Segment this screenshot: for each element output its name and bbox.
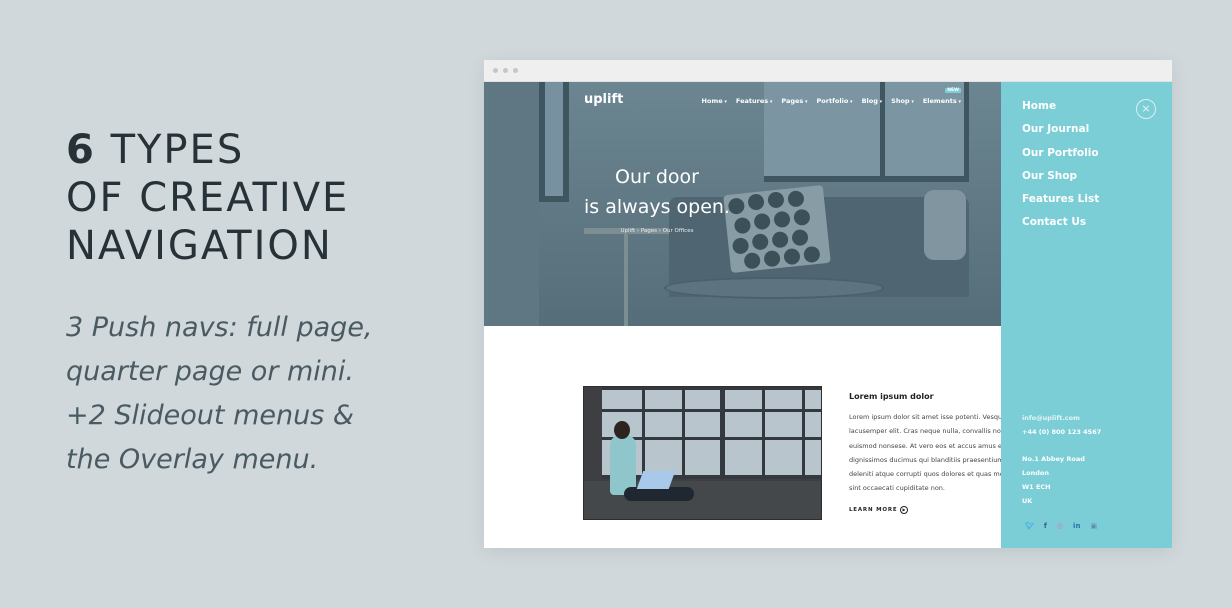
nav-portfolio[interactable]: Portfolio [817,97,853,105]
image-person [610,435,636,495]
headline-line3: NAVIGATION [66,223,333,269]
promo-headline: 6 TYPES OF CREATIVE NAVIGATION [66,126,349,270]
play-circle-icon: ▶ [900,505,909,514]
description-line: quarter page or mini. [66,356,354,387]
site-logo[interactable]: uplift [584,92,623,107]
learn-more-link[interactable]: LEARN MORE ▶ [849,505,1004,514]
image-laptop [636,471,676,489]
description-line: the Overlay menu. [66,444,319,475]
headline-line2: OF CREATIVE [66,175,350,221]
window-dot-icon [513,68,518,73]
nav-home[interactable]: Home [702,97,727,105]
image-person-legs [624,487,694,501]
nav-blog[interactable]: Blog [862,97,883,105]
contact-email[interactable]: info@uplift.com [1022,412,1101,426]
description-line: +2 Slideout menus & [66,400,354,431]
article-body-line: deleniti atque corrupti quos dolores et … [849,470,1004,479]
article-body-line: lacusemper elit. Cras neque nulla, conva… [849,427,1005,436]
breadcrumb-item[interactable]: Uplift [621,228,636,234]
article-body-line: Lorem ipsum dolor sit amet isse potenti.… [849,413,1003,421]
slideout-item-home[interactable]: Home [1022,100,1099,123]
hero-title-line2: is always open. [584,196,730,218]
address-line: London [1022,469,1049,478]
hero-bg-table [664,277,884,299]
address-line: No.1 Abbey Road [1022,455,1085,464]
article-image [583,386,822,520]
window-dot-icon [493,68,498,73]
slideout-nav: Home Our Journal Our Portfolio Our Shop … [1022,100,1099,240]
close-icon[interactable]: × [1136,99,1156,119]
breadcrumb-item[interactable]: Pages [641,228,657,234]
image-person-head [614,421,630,439]
article: Lorem ipsum dolor Lorem ipsum dolor sit … [849,392,1005,514]
contact-info: info@uplift.com +44 (0) 800 123 4567 No.… [1022,412,1101,509]
facebook-icon[interactable]: f [1044,522,1047,530]
dribbble-icon[interactable]: ◎ [1057,522,1063,530]
article-title: Lorem ipsum dolor [849,392,934,401]
address-line: W1 ECH [1022,482,1051,491]
top-navigation: uplift NEW Home Features Pages Portfolio… [484,82,1001,122]
slideout-item-features[interactable]: Features List [1022,193,1099,216]
headline-line1: TYPES [110,127,245,173]
new-badge: NEW [945,88,961,93]
slideout-item-portfolio[interactable]: Our Portfolio [1022,147,1099,170]
instagram-icon[interactable]: ▣ [1090,522,1097,530]
hero-bg-side-table-leg [624,232,628,326]
article-body-line: euismod nonsese. At vero eos et accus am… [849,441,1005,450]
slideout-menu: Home Our Journal Our Portfolio Our Shop … [1001,82,1172,548]
article-body-line: dignissimos ducimus qui blanditiis praes… [849,455,1004,464]
article-body-line: sint occaecati cupiditate non. [849,484,945,493]
slideout-item-shop[interactable]: Our Shop [1022,170,1099,193]
breadcrumb-separator: › [658,228,661,234]
slideout-item-contact[interactable]: Contact Us [1022,216,1099,239]
nav-elements[interactable]: Elements [923,97,961,105]
promo-description: 3 Push navs: full page, quarter page or … [66,306,446,482]
description-line: 3 Push navs: full page, [66,312,373,343]
main-menu: Home Features Pages Portfolio Blog Shop … [702,97,961,105]
headline-number: 6 [66,127,96,173]
contact-phone: +44 (0) 800 123 4567 [1022,427,1102,436]
hero-title-line1: Our door [615,166,699,188]
browser-chrome [484,60,1172,82]
linkedin-icon[interactable]: in [1073,522,1080,530]
breadcrumb-separator: › [636,228,640,234]
twitter-icon[interactable]: 🐦︎ [1025,522,1034,530]
nav-pages[interactable]: Pages [781,97,807,105]
breadcrumb-item-current: Our Offices [662,228,694,234]
nav-features[interactable]: Features [736,97,772,105]
slideout-item-journal[interactable]: Our Journal [1022,123,1099,146]
address-line: UK [1022,496,1033,505]
breadcrumb: Uplift › Pages › Our Offices [484,228,1002,234]
window-dot-icon [503,68,508,73]
nav-shop[interactable]: Shop [891,97,914,105]
learn-more-label: LEARN MORE [849,506,898,513]
browser-mockup: uplift NEW Home Features Pages Portfolio… [484,60,1172,548]
social-links: 🐦︎ f ◎ in ▣ [1025,522,1097,530]
hero-title: Our door is always open. [484,162,1002,222]
